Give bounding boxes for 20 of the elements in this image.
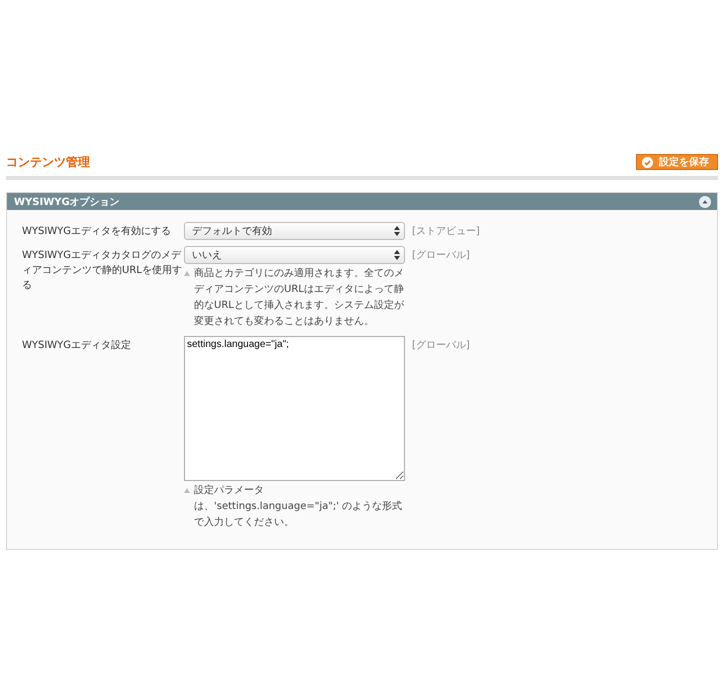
collapse-icon[interactable] (699, 196, 711, 208)
field-label: WYSIWYGエディタを有効にする (22, 224, 172, 239)
select-field[interactable]: デフォルトで有効 (184, 222, 405, 240)
triangle-icon (184, 488, 190, 493)
check-icon (642, 156, 653, 168)
updown-arrows-icon (394, 226, 400, 236)
updown-arrows-icon (394, 250, 400, 260)
page-title: コンテンツ管理 (6, 154, 90, 170)
triangle-icon (184, 271, 190, 276)
section-header[interactable]: WYSIWYGオプション (7, 193, 717, 210)
scope-label: [ストアビュー] (412, 225, 480, 238)
select-field[interactable]: いいえ (184, 246, 405, 264)
field-label: WYSIWYGエディタ設定 (22, 338, 132, 353)
field-hint: 設定パラメータは、'settings.language="ja";' のような形式で入力してください。 (194, 484, 404, 530)
section-title: WYSIWYGオプション (14, 195, 120, 208)
field-label: WYSIWYGエディタカタログのメディアコンテンツで静的URLを使用する (22, 249, 183, 293)
text-area[interactable]: settings.language="ja"; (184, 336, 405, 481)
scope-label: [グローバル] (412, 249, 470, 262)
field-hint: 商品とカテゴリにのみ適用されます。全てのメディアコンテンツのURLはエディタによって静的なURLとして挿入されます。システム設定が変更されても変わることはありません。 (194, 266, 405, 329)
scope-label: [グローバル] (412, 339, 470, 352)
